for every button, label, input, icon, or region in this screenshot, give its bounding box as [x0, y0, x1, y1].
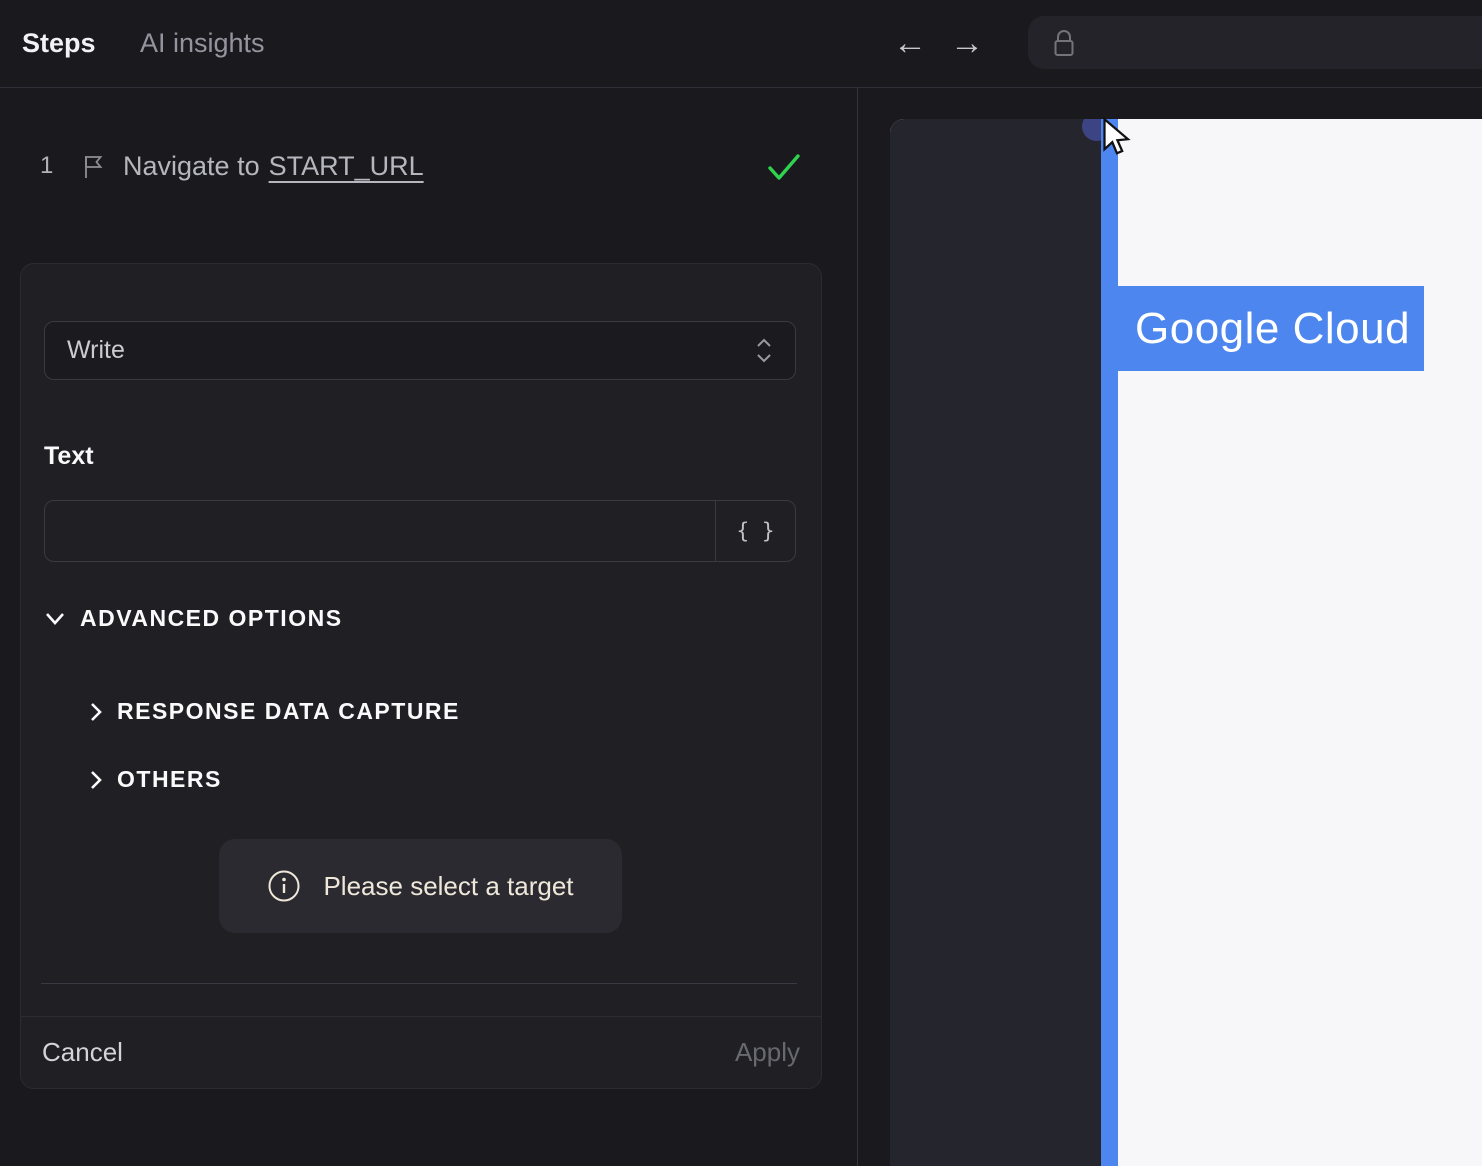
- forward-arrow-icon: →: [950, 24, 984, 62]
- tab-steps[interactable]: Steps: [22, 0, 96, 87]
- advanced-options-label: ADVANCED OPTIONS: [80, 605, 343, 631]
- step-description: Navigate to START_URL: [123, 140, 424, 192]
- browser-preview-viewport[interactable]: Google Cloud: [890, 119, 1482, 1166]
- editor-footer: Cancel Apply: [21, 1016, 821, 1088]
- address-bar[interactable]: [1028, 16, 1482, 69]
- step-number: 1: [40, 152, 54, 179]
- top-header: Steps AI insights ← →: [0, 0, 1482, 88]
- action-type-select[interactable]: Write: [44, 321, 796, 380]
- brand-text: Google Cloud: [1135, 303, 1411, 353]
- section-others-label: OTHERS: [117, 766, 222, 792]
- braces-icon: { }: [736, 519, 775, 543]
- browser-forward-button[interactable]: →: [950, 0, 984, 87]
- cancel-button[interactable]: Cancel: [42, 1037, 123, 1068]
- tab-ai-insights-label: AI insights: [140, 28, 265, 58]
- section-response-data-capture[interactable]: RESPONSE DATA CAPTURE: [89, 698, 460, 725]
- card-divider: [41, 983, 797, 984]
- section-others[interactable]: OTHERS: [89, 766, 222, 793]
- step-action: Navigate to: [123, 150, 260, 181]
- insert-variable-button[interactable]: { }: [715, 501, 795, 561]
- step-item[interactable]: 1 Navigate to START_URL: [0, 140, 857, 192]
- step-editor-card: Write Text { } ADVANCED OPTIONS RESPONSE…: [20, 263, 822, 1089]
- lock-icon: [1054, 29, 1074, 56]
- tab-steps-label: Steps: [22, 28, 96, 58]
- chevron-right-icon: [91, 770, 102, 789]
- hint-text: Please select a target: [323, 870, 574, 901]
- highlight-stripe: [1101, 119, 1118, 1166]
- preview-page-sidebar: [890, 119, 1101, 1166]
- select-target-hint: Please select a target: [219, 839, 622, 933]
- info-icon: [268, 870, 300, 902]
- text-input-group: { }: [44, 500, 796, 562]
- chevron-right-icon: [91, 702, 102, 721]
- back-arrow-icon: ←: [893, 24, 927, 62]
- advanced-options-toggle[interactable]: ADVANCED OPTIONS: [44, 605, 343, 632]
- success-check-icon: [766, 151, 802, 183]
- select-updown-icon: [757, 338, 771, 363]
- action-type-value: Write: [67, 336, 125, 364]
- tab-ai-insights[interactable]: AI insights: [140, 0, 265, 87]
- flag-icon: [80, 153, 106, 181]
- apply-button[interactable]: Apply: [735, 1037, 800, 1068]
- chevron-down-icon: [46, 613, 64, 625]
- step-target-link[interactable]: START_URL: [269, 151, 424, 182]
- highlighted-brand-element[interactable]: Google Cloud: [1118, 286, 1424, 371]
- mouse-cursor-icon: [1100, 117, 1136, 159]
- text-field-label: Text: [44, 442, 94, 470]
- text-input[interactable]: [45, 501, 715, 561]
- panel-divider: [857, 88, 858, 1166]
- browser-back-button[interactable]: ←: [893, 0, 927, 87]
- section-response-label: RESPONSE DATA CAPTURE: [117, 698, 460, 724]
